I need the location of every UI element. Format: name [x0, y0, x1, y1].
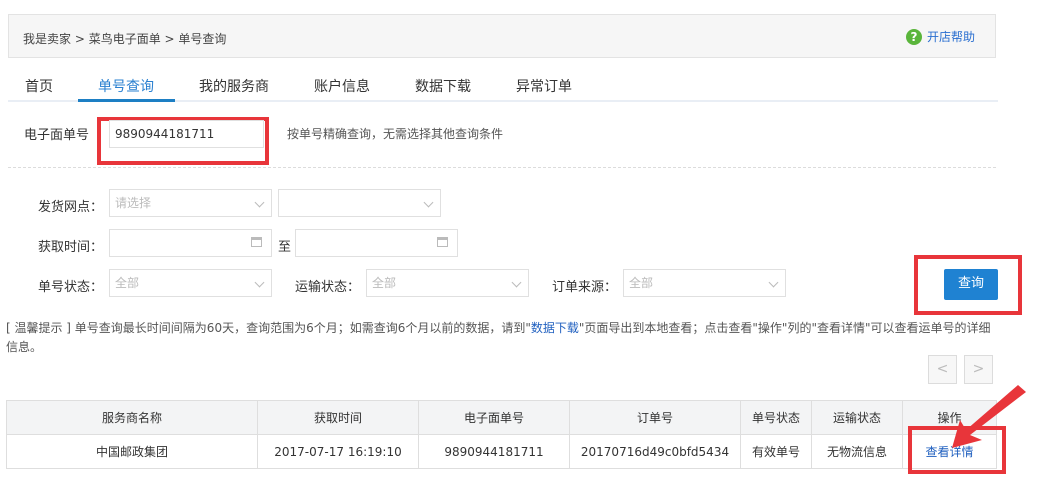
tab-waybill-query[interactable]: 单号查询 — [98, 76, 154, 96]
source-select[interactable]: 全部 — [623, 269, 786, 297]
cell-provider: 中国邮政集团 — [6, 434, 258, 469]
status-select-value: 全部 — [115, 276, 140, 290]
transport-select[interactable]: 全部 — [366, 269, 529, 297]
transport-select-value: 全部 — [372, 276, 397, 290]
help-circle-icon: ? — [905, 28, 922, 45]
breadcrumb-item-cainiao[interactable]: 菜鸟电子面单 — [89, 32, 161, 46]
cell-waybill: 9890944181711 — [418, 434, 570, 469]
cell-transport: 无物流信息 — [811, 434, 903, 469]
chevron-down-icon — [254, 277, 265, 288]
notice-text-before: [ 温馨提示 ] 单号查询最长时间间隔为60天，查询范围为6个月；如需查询6个月… — [6, 321, 531, 335]
query-button[interactable]: 查询 — [944, 269, 998, 300]
chevron-down-icon — [254, 197, 265, 208]
waybill-label: 电子面单号 — [24, 128, 90, 143]
active-tab-indicator — [78, 99, 175, 102]
divider — [8, 167, 996, 168]
chevron-down-icon — [423, 197, 434, 208]
tips-notice: [ 温馨提示 ] 单号查询最长时间间隔为60天，查询范围为6个月；如需查询6个月… — [6, 319, 996, 357]
chevron-down-icon — [768, 277, 779, 288]
source-select-value: 全部 — [629, 276, 654, 290]
annotation-arrow-icon — [952, 385, 1026, 448]
results-table: 服务商名称 获取时间 电子面单号 订单号 单号状态 运输状态 操作 中国邮政集团… — [6, 400, 997, 469]
to-label: 至 — [278, 240, 292, 255]
start-date-input[interactable] — [109, 229, 272, 257]
cell-order: 20170716d49c0bfd5434 — [569, 434, 741, 469]
breadcrumb: 我是卖家 > 菜鸟电子面单 > 单号查询 — [23, 30, 226, 47]
waybill-input[interactable]: 9890944181711 — [109, 120, 264, 148]
breadcrumb-separator: > — [160, 32, 179, 46]
tab-home[interactable]: 首页 — [25, 76, 53, 96]
source-label: 订单来源： — [552, 280, 618, 295]
cell-time: 2017-07-17 16:19:10 — [257, 434, 419, 469]
chevron-down-icon — [511, 277, 522, 288]
col-order: 订单号 — [569, 400, 741, 435]
help-link[interactable]: ? 开店帮助 — [905, 28, 975, 45]
tab-abnormal-orders[interactable]: 异常订单 — [516, 76, 572, 96]
transport-label: 运输状态： — [295, 280, 361, 295]
site-sub-select[interactable] — [278, 189, 441, 217]
tab-data-download[interactable]: 数据下载 — [415, 76, 471, 96]
tab-bar: 首页 单号查询 我的服务商 账户信息 数据下载 异常订单 — [8, 72, 998, 102]
col-status: 单号状态 — [740, 400, 812, 435]
site-select-value: 请选择 — [115, 196, 152, 210]
site-select[interactable]: 请选择 — [109, 189, 272, 217]
time-label: 获取时间： — [38, 240, 104, 255]
table-header-row: 服务商名称 获取时间 电子面单号 订单号 单号状态 运输状态 操作 — [6, 400, 997, 435]
breadcrumb-item-seller[interactable]: 我是卖家 — [23, 32, 71, 46]
breadcrumb-item-current: 单号查询 — [178, 32, 227, 46]
cell-status: 有效单号 — [740, 434, 812, 469]
site-label: 发货网点： — [38, 200, 104, 215]
status-select[interactable]: 全部 — [109, 269, 272, 297]
col-time: 获取时间 — [257, 400, 419, 435]
waybill-hint: 按单号精确查询，无需选择其他查询条件 — [287, 127, 504, 141]
calendar-icon[interactable] — [251, 237, 262, 247]
col-transport: 运输状态 — [811, 400, 903, 435]
breadcrumb-bar: 我是卖家 > 菜鸟电子面单 > 单号查询 ? 开店帮助 — [8, 14, 996, 58]
help-label[interactable]: 开店帮助 — [927, 28, 975, 45]
breadcrumb-separator: > — [71, 32, 89, 46]
status-label: 单号状态： — [38, 280, 104, 295]
col-waybill: 电子面单号 — [418, 400, 570, 435]
end-date-input[interactable] — [295, 229, 458, 257]
tab-account-info[interactable]: 账户信息 — [314, 76, 370, 96]
col-provider: 服务商名称 — [6, 400, 258, 435]
table-row: 中国邮政集团 2017-07-17 16:19:10 9890944181711… — [6, 434, 997, 469]
data-download-link[interactable]: 数据下载 — [531, 321, 579, 335]
tab-my-providers[interactable]: 我的服务商 — [199, 76, 269, 96]
calendar-icon[interactable] — [437, 237, 448, 247]
